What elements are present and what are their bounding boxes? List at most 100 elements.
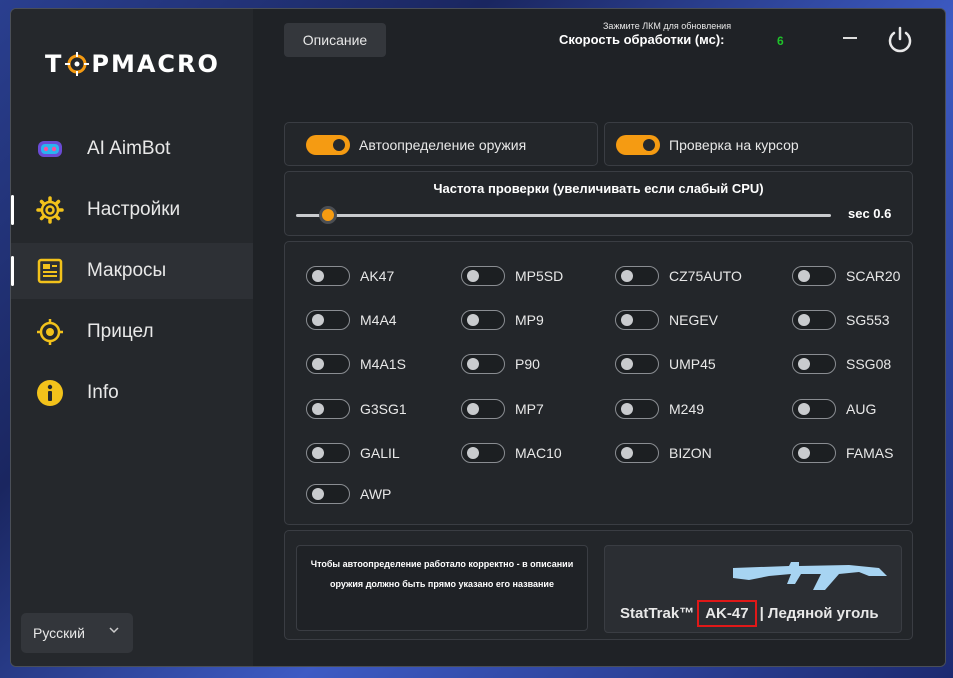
auto-detect-toggle[interactable] xyxy=(306,135,350,155)
weapon-toggle[interactable] xyxy=(792,443,836,463)
weapon-toggle-row[interactable]: P90 xyxy=(461,353,540,375)
weapon-toggle-row[interactable]: NEGEV xyxy=(615,309,718,331)
active-indicator xyxy=(11,256,14,286)
info-panel: Чтобы автоопределение работало корректно… xyxy=(284,530,913,640)
weapon-toggle[interactable] xyxy=(615,310,659,330)
weapon-label: SG553 xyxy=(846,312,890,328)
weapon-label: M4A4 xyxy=(360,312,397,328)
weapon-toggle[interactable] xyxy=(306,310,350,330)
preview-caption: StatTrak™ AK-47 | Ледяной уголь xyxy=(620,600,879,627)
toggle-knob xyxy=(467,314,479,326)
weapon-label: FAMAS xyxy=(846,445,894,461)
weapon-label: NEGEV xyxy=(669,312,719,328)
language-select[interactable]: Русский xyxy=(21,613,133,653)
weapon-toggle[interactable] xyxy=(306,354,350,374)
toggle-knob xyxy=(621,403,633,415)
weapon-toggle[interactable] xyxy=(461,310,505,330)
chevron-down-icon xyxy=(109,627,119,634)
sidebar: T PMACRO AI AimBot Настройки Макросы При… xyxy=(11,9,253,666)
sidebar-item-crosshair[interactable]: Прицел xyxy=(11,304,253,360)
weapon-toggle-row[interactable]: SCAR20 xyxy=(792,265,900,287)
weapon-label: MP5SD xyxy=(515,268,564,284)
weapon-toggle[interactable] xyxy=(792,399,836,419)
weapon-toggle-row[interactable]: M4A1S xyxy=(306,353,406,375)
weapon-toggle[interactable] xyxy=(792,310,836,330)
weapon-toggle-row[interactable]: AWP xyxy=(306,483,391,505)
app-window: T PMACRO AI AimBot Настройки Макросы При… xyxy=(10,8,946,667)
detection-note: Чтобы автоопределение работало корректно… xyxy=(296,545,588,631)
weapon-toggle-row[interactable]: GALIL xyxy=(306,442,400,464)
crosshair-logo-icon xyxy=(65,52,90,76)
weapon-toggle[interactable] xyxy=(461,443,505,463)
info-icon xyxy=(35,379,65,407)
weapon-toggle-row[interactable]: SSG08 xyxy=(792,353,891,375)
weapon-toggle[interactable] xyxy=(306,484,350,504)
weapon-toggle-row[interactable]: AK47 xyxy=(306,265,394,287)
weapon-toggle[interactable] xyxy=(306,443,350,463)
toggle-knob xyxy=(798,358,810,370)
weapon-toggle[interactable] xyxy=(306,266,350,286)
weapon-toggle-row[interactable]: MP5SD xyxy=(461,265,563,287)
weapon-toggle[interactable] xyxy=(615,266,659,286)
weapon-toggle-row[interactable]: M249 xyxy=(615,398,704,420)
power-icon[interactable] xyxy=(885,25,915,55)
minimize-button[interactable] xyxy=(843,37,857,39)
toggle-knob xyxy=(312,488,324,500)
cursor-check-toggle[interactable] xyxy=(616,135,660,155)
weapon-toggle-row[interactable]: CZ75AUTO xyxy=(615,265,742,287)
weapon-toggle[interactable] xyxy=(615,354,659,374)
weapon-toggle-row[interactable]: MAC10 xyxy=(461,442,562,464)
sidebar-item-macros[interactable]: Макросы xyxy=(11,243,253,299)
weapon-toggle-row[interactable]: FAMAS xyxy=(792,442,893,464)
weapon-toggle-row[interactable]: M4A4 xyxy=(306,309,397,331)
frequency-title: Частота проверки (увеличивать если слабы… xyxy=(433,181,764,196)
cursor-check-label: Проверка на курсор xyxy=(669,137,799,153)
preview-highlight: AK-47 xyxy=(697,600,757,627)
weapon-toggle-row[interactable]: AUG xyxy=(792,398,876,420)
weapon-toggle[interactable] xyxy=(615,399,659,419)
toggle-knob xyxy=(333,139,345,151)
weapon-label: AK47 xyxy=(360,268,395,284)
speed-label[interactable]: Скорость обработки (мс): xyxy=(559,32,725,47)
weapon-toggle[interactable] xyxy=(461,354,505,374)
weapon-toggle[interactable] xyxy=(792,266,836,286)
weapon-toggle[interactable] xyxy=(306,399,350,419)
active-indicator xyxy=(11,195,14,225)
weapon-toggle[interactable] xyxy=(792,354,836,374)
description-button[interactable]: Описание xyxy=(284,23,386,57)
sidebar-item-aimbot[interactable]: AI AimBot xyxy=(11,121,253,177)
auto-detect-panel: Автоопределение оружия xyxy=(284,122,598,166)
weapon-toggle[interactable] xyxy=(461,266,505,286)
weapon-label: M4A1S xyxy=(360,356,406,372)
toggle-knob xyxy=(467,358,479,370)
sidebar-item-label: Info xyxy=(87,382,119,403)
weapon-toggle-row[interactable]: UMP45 xyxy=(615,353,716,375)
frequency-slider-track[interactable] xyxy=(296,214,831,217)
document-icon xyxy=(35,257,65,285)
weapon-toggle-row[interactable]: BIZON xyxy=(615,442,712,464)
weapon-toggle-row[interactable]: SG553 xyxy=(792,309,890,331)
weapon-toggle-row[interactable]: MP7 xyxy=(461,398,544,420)
weapon-toggle[interactable] xyxy=(461,399,505,419)
weapon-toggle-row[interactable]: G3SG1 xyxy=(306,398,407,420)
refresh-hint: Зажмите ЛКМ для обновления xyxy=(603,21,732,31)
frequency-slider-thumb[interactable] xyxy=(319,206,338,224)
weapon-toggle[interactable] xyxy=(615,443,659,463)
rifle-icon xyxy=(733,562,887,590)
sidebar-item-settings[interactable]: Настройки xyxy=(11,182,253,238)
weapon-toggle-row[interactable]: MP9 xyxy=(461,309,544,331)
toggle-knob xyxy=(312,314,324,326)
toggle-knob xyxy=(467,447,479,459)
frequency-panel: Частота проверки (увеличивать если слабы… xyxy=(284,171,913,236)
toggle-knob xyxy=(643,139,655,151)
sidebar-item-label: Макросы xyxy=(87,260,167,281)
sidebar-item-info[interactable]: Info xyxy=(11,365,253,421)
main-area: Описание Зажмите ЛКМ для обновления Скор… xyxy=(253,9,945,666)
toggle-knob xyxy=(621,447,633,459)
toggle-knob xyxy=(798,270,810,282)
preview-suffix: | Ледяной уголь xyxy=(759,605,879,622)
toggle-knob xyxy=(798,403,810,415)
weapon-label: GALIL xyxy=(360,445,400,461)
sidebar-item-label: AI AimBot xyxy=(87,138,171,159)
speed-value: 6 xyxy=(777,34,784,48)
